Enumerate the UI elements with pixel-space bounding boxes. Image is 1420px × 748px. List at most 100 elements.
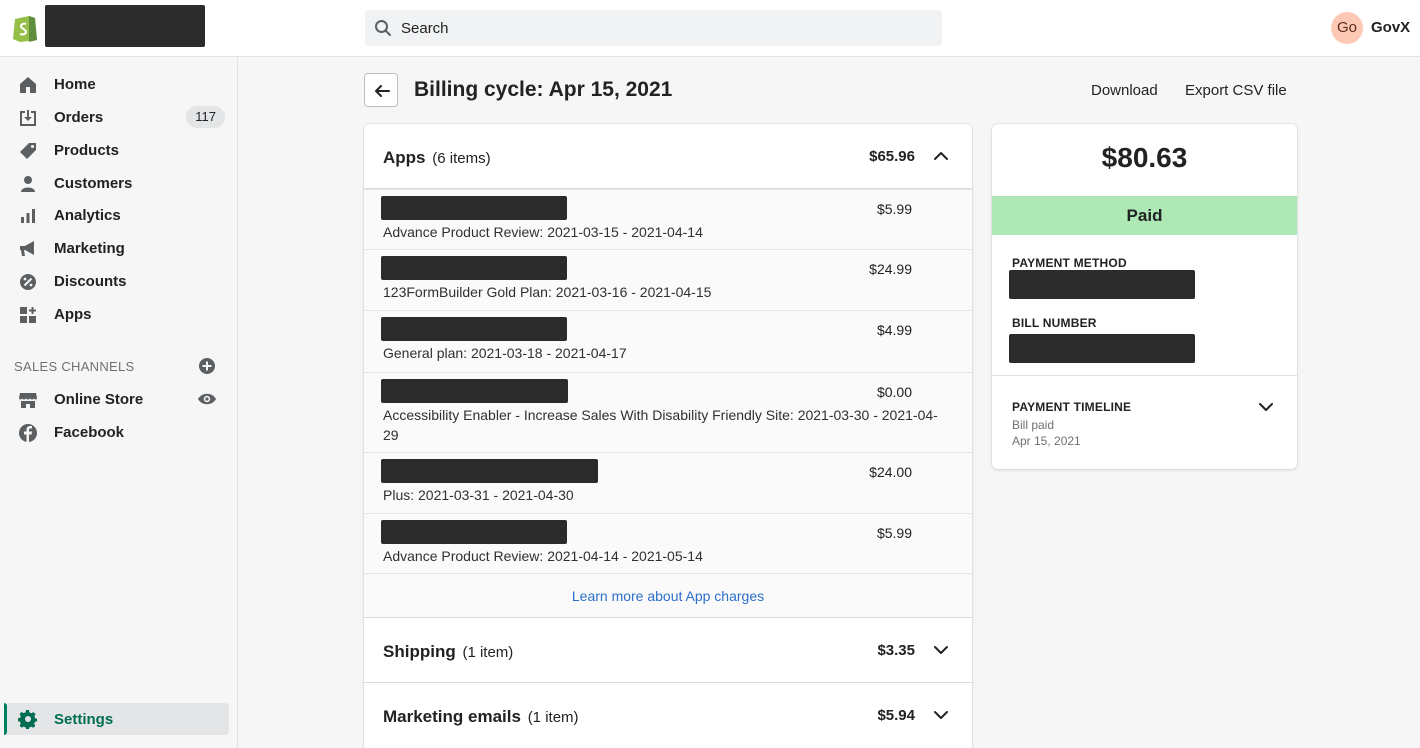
apps-section-header[interactable]: Apps (6 items) $65.96 [364, 124, 972, 189]
facebook-icon [19, 424, 37, 442]
sidebar-item-home[interactable]: Home [8, 68, 229, 100]
sidebar-item-facebook[interactable]: Facebook [8, 416, 229, 448]
payment-timeline-label: PAYMENT TIMELINE [1012, 400, 1132, 414]
megaphone-icon [20, 241, 34, 256]
export-csv-button[interactable]: Export CSV file [1185, 82, 1287, 99]
page-title: Billing cycle: Apr 15, 2021 [414, 78, 673, 101]
shipping-section-header[interactable]: Shipping (1 item) $3.35 [364, 618, 972, 683]
gear-icon [18, 709, 37, 729]
sidebar-item-products[interactable]: Products [8, 134, 229, 166]
sidebar-item-marketing[interactable]: Marketing [8, 232, 229, 264]
item-description: Plus: 2021-03-31 - 2021-04-30 [383, 487, 574, 503]
add-channel-icon[interactable] [197, 356, 217, 376]
section-count: (6 items) [432, 150, 491, 167]
sidebar-item-label: Settings [54, 711, 114, 728]
item-description: Accessibility Enabler - Increase Sales W… [383, 407, 938, 443]
sidebar-item-label: Customers [54, 175, 133, 192]
orders-count-badge: 117 [186, 106, 225, 128]
billing-breakdown-card: Apps (6 items) $65.96 $5.99 Advance Prod… [364, 124, 972, 748]
item-description: Advance Product Review: 2021-04-14 - 202… [383, 548, 703, 564]
sidebar-item-label: Facebook [54, 424, 125, 441]
sidebar-item-orders[interactable]: Orders 117 [8, 101, 229, 133]
learn-more-row: Learn more about App charges [364, 573, 972, 617]
item-amount: $5.99 [876, 525, 912, 541]
store-name-redacted [45, 5, 205, 47]
sidebar-item-label: Discounts [54, 273, 127, 290]
section-title: Shipping (1 item) [383, 642, 514, 661]
home-icon [20, 77, 36, 93]
sidebar-item-settings[interactable]: Settings [4, 703, 229, 735]
divider [992, 375, 1297, 376]
section-count: (1 item) [462, 644, 514, 661]
section-count: (1 item) [527, 709, 579, 726]
app-name-redacted [381, 459, 598, 483]
back-button[interactable] [364, 73, 398, 107]
app-name-redacted [381, 196, 567, 220]
item-amount: $4.99 [876, 322, 912, 338]
orders-icon [20, 110, 36, 126]
bill-total: $80.63 [1101, 142, 1188, 173]
bill-summary-card: $80.63 Paid PAYMENT METHOD BILL NUMBER P… [992, 124, 1297, 469]
sidebar-item-label: Online Store [54, 391, 144, 408]
timeline-date: Apr 15, 2021 [1012, 434, 1081, 448]
section-amount: $5.94 [877, 707, 915, 724]
section-title: Marketing emails (1 item) [383, 707, 579, 726]
sidebar-item-discounts[interactable]: Discounts [8, 265, 229, 297]
learn-more-link[interactable]: Learn more about App charges [572, 588, 764, 604]
tag-icon [20, 143, 36, 159]
bill-number-redacted [1009, 334, 1195, 363]
app-name-redacted [381, 520, 567, 544]
active-indicator [4, 703, 7, 735]
bill-number-label: BILL NUMBER [1012, 316, 1097, 330]
sidebar-item-label: Analytics [54, 207, 121, 224]
store-icon [19, 393, 37, 408]
section-amount: $3.35 [877, 642, 915, 659]
marketing-emails-section-header[interactable]: Marketing emails (1 item) $5.94 [364, 683, 972, 748]
timeline-event: Bill paid [1012, 418, 1055, 432]
shopify-logo[interactable] [12, 12, 38, 42]
chevron-up-icon[interactable] [933, 148, 949, 164]
sidebar-item-apps[interactable]: Apps [8, 298, 229, 330]
search-icon [375, 20, 391, 36]
item-description: General plan: 2021-03-18 - 2021-04-17 [383, 345, 627, 361]
app-name-redacted [381, 317, 567, 341]
sidebar-item-label: Products [54, 142, 120, 159]
item-description: 123FormBuilder Gold Plan: 2021-03-16 - 2… [383, 284, 712, 300]
sidebar: Home Orders 117 Products Customers Analy… [0, 57, 238, 748]
item-amount: $5.99 [876, 201, 912, 217]
payment-method-label: PAYMENT METHOD [1012, 256, 1127, 270]
list-item: $0.00 Accessibility Enabler - Increase S… [364, 372, 972, 452]
top-bar: Search Go GovX [0, 0, 1420, 57]
apps-icon [20, 307, 36, 323]
app-name-redacted [381, 379, 568, 403]
chevron-down-icon[interactable] [933, 642, 949, 658]
avatar[interactable]: Go [1331, 12, 1363, 44]
username[interactable]: GovX [1371, 19, 1410, 36]
list-item: $5.99 Advance Product Review: 2021-04-14… [364, 513, 972, 573]
sidebar-item-customers[interactable]: Customers [8, 167, 229, 199]
sidebar-item-label: Apps [54, 306, 92, 323]
search-input[interactable]: Search [365, 10, 942, 46]
list-item: $5.99 Advance Product Review: 2021-03-15… [364, 189, 972, 249]
discount-icon [20, 274, 36, 290]
item-amount: $24.00 [869, 464, 912, 480]
item-amount: $24.99 [869, 261, 912, 277]
person-icon [21, 176, 35, 192]
sidebar-item-label: Orders [54, 109, 104, 126]
list-item: $24.99 123FormBuilder Gold Plan: 2021-03… [364, 249, 972, 310]
chevron-down-icon[interactable] [933, 707, 949, 723]
status-badge: Paid [992, 196, 1297, 235]
payment-method-redacted [1009, 270, 1195, 299]
section-amount: $65.96 [869, 148, 915, 165]
item-description: Advance Product Review: 2021-03-15 - 202… [383, 224, 703, 240]
app-name-redacted [381, 256, 567, 280]
search-placeholder: Search [401, 20, 449, 37]
eye-icon[interactable] [197, 389, 217, 409]
sidebar-item-label: Home [54, 76, 96, 93]
download-button[interactable]: Download [1091, 82, 1158, 99]
arrow-left-icon [375, 85, 390, 97]
bar-chart-icon [21, 209, 35, 223]
sidebar-item-online-store[interactable]: Online Store [8, 383, 229, 415]
sidebar-item-analytics[interactable]: Analytics [8, 199, 229, 231]
chevron-down-icon[interactable] [1258, 399, 1274, 415]
